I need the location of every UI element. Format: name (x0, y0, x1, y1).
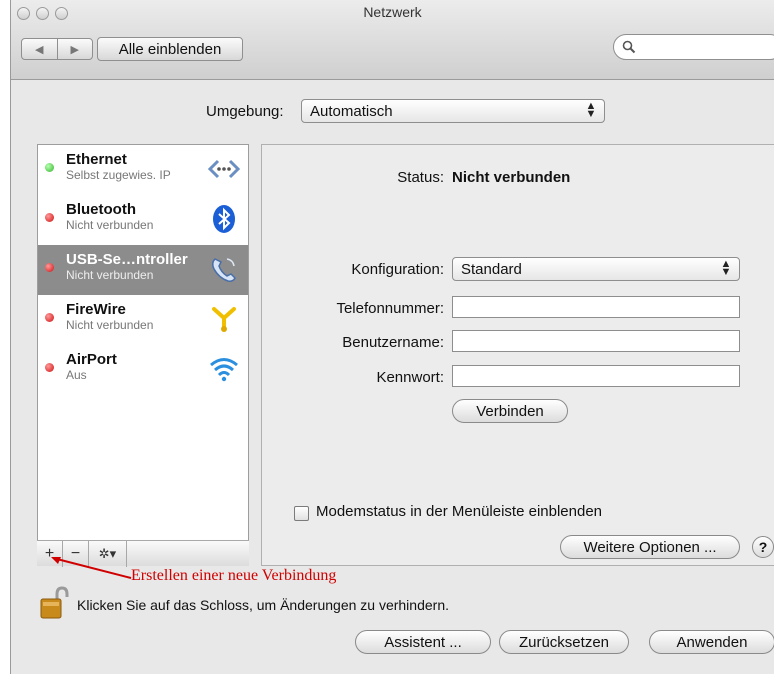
service-status: Aus (66, 368, 87, 382)
service-item-bluetooth[interactable]: Bluetooth Nicht verbunden (38, 195, 248, 245)
phone-number-field[interactable] (452, 296, 740, 318)
username-field[interactable] (452, 330, 740, 352)
password-label: Kennwort: (376, 369, 444, 386)
status-dot-red-icon (45, 363, 54, 372)
unlocked-padlock-icon[interactable] (39, 586, 69, 620)
modem-status-checkbox[interactable] (294, 506, 309, 521)
service-item-usb-controller[interactable]: USB-Se…ntroller Nicht verbunden (38, 245, 248, 295)
search-icon (622, 40, 636, 54)
status-dot-red-icon (45, 213, 54, 222)
environment-value: Automatisch (310, 102, 393, 120)
environment-popup[interactable]: Automatisch ▲ ▼ (301, 99, 605, 123)
service-status: Nicht verbunden (66, 268, 154, 282)
back-arrow-icon: ◀ (35, 43, 44, 56)
service-name: FireWire (66, 301, 126, 318)
navigation-buttons: ◀ ▶ (21, 38, 93, 60)
config-value: Standard (461, 260, 522, 278)
service-item-ethernet[interactable]: Ethernet Selbst zugewies. IP (38, 145, 248, 195)
revert-button[interactable]: Zurücksetzen (499, 630, 629, 654)
help-button[interactable]: ? (752, 536, 774, 558)
service-item-firewire[interactable]: FireWire Nicht verbunden (38, 295, 248, 345)
service-name: USB-Se…ntroller (66, 251, 188, 268)
service-status: Nicht verbunden (66, 318, 154, 332)
popup-arrows-icon: ▲ ▼ (585, 100, 597, 120)
telephone-icon (211, 258, 236, 282)
ethernet-icon (208, 159, 240, 179)
status-value: Nicht verbunden (452, 169, 571, 186)
status-dot-red-icon (45, 313, 54, 322)
status-dot-green-icon (45, 163, 54, 172)
firewire-icon (212, 307, 236, 332)
show-all-button[interactable]: Alle einblenden (97, 37, 243, 61)
forward-button[interactable]: ▶ (58, 39, 93, 59)
status-dot-red-icon (45, 263, 54, 272)
phone-label: Telefonnummer: (336, 300, 444, 317)
title-bar: Netzwerk ◀ ▶ Alle einblenden (11, 0, 774, 80)
environment-label: Umgebung: (206, 103, 284, 120)
username-label: Benutzername: (342, 334, 444, 351)
status-label: Status: (397, 169, 444, 186)
search-field[interactable] (613, 34, 774, 60)
forward-arrow-icon: ▶ (70, 43, 79, 56)
connect-button[interactable]: Verbinden (452, 399, 568, 423)
service-name: AirPort (66, 351, 117, 368)
service-name: Bluetooth (66, 201, 136, 218)
more-options-button[interactable]: Weitere Optionen ... (560, 535, 740, 559)
config-label: Konfiguration: (351, 261, 444, 278)
network-preferences-window: Netzwerk ◀ ▶ Alle einblenden Umgebung: A… (10, 0, 774, 674)
config-popup[interactable]: Standard ▲ ▼ (452, 257, 740, 281)
service-item-airport[interactable]: AirPort Aus (38, 345, 248, 395)
search-input[interactable] (640, 38, 770, 56)
wifi-icon (210, 358, 238, 382)
lock-instructions: Klicken Sie auf das Schloss, um Änderung… (77, 597, 449, 613)
annotation-arrow-icon (51, 557, 132, 579)
modem-status-label: Modemstatus in der Menüleiste einblenden (316, 503, 603, 520)
detail-panel: Status: Nicht verbunden Konfiguration: S… (261, 144, 774, 566)
service-name: Ethernet (66, 151, 127, 168)
window-title: Netzwerk (363, 4, 422, 20)
password-field[interactable] (452, 365, 740, 387)
service-list[interactable]: Ethernet Selbst zugewies. IP Bluetooth N… (37, 144, 249, 566)
annotation-text: Erstellen einer neue Verbindung (131, 567, 337, 584)
service-status: Nicht verbunden (66, 218, 154, 232)
back-button[interactable]: ◀ (22, 39, 58, 59)
assistant-button[interactable]: Assistent ... (355, 630, 491, 654)
service-status: Selbst zugewies. IP (66, 168, 171, 182)
apply-button[interactable]: Anwenden (649, 630, 774, 654)
bluetooth-icon (213, 205, 235, 233)
popup-arrows-icon: ▲ ▼ (720, 258, 732, 278)
